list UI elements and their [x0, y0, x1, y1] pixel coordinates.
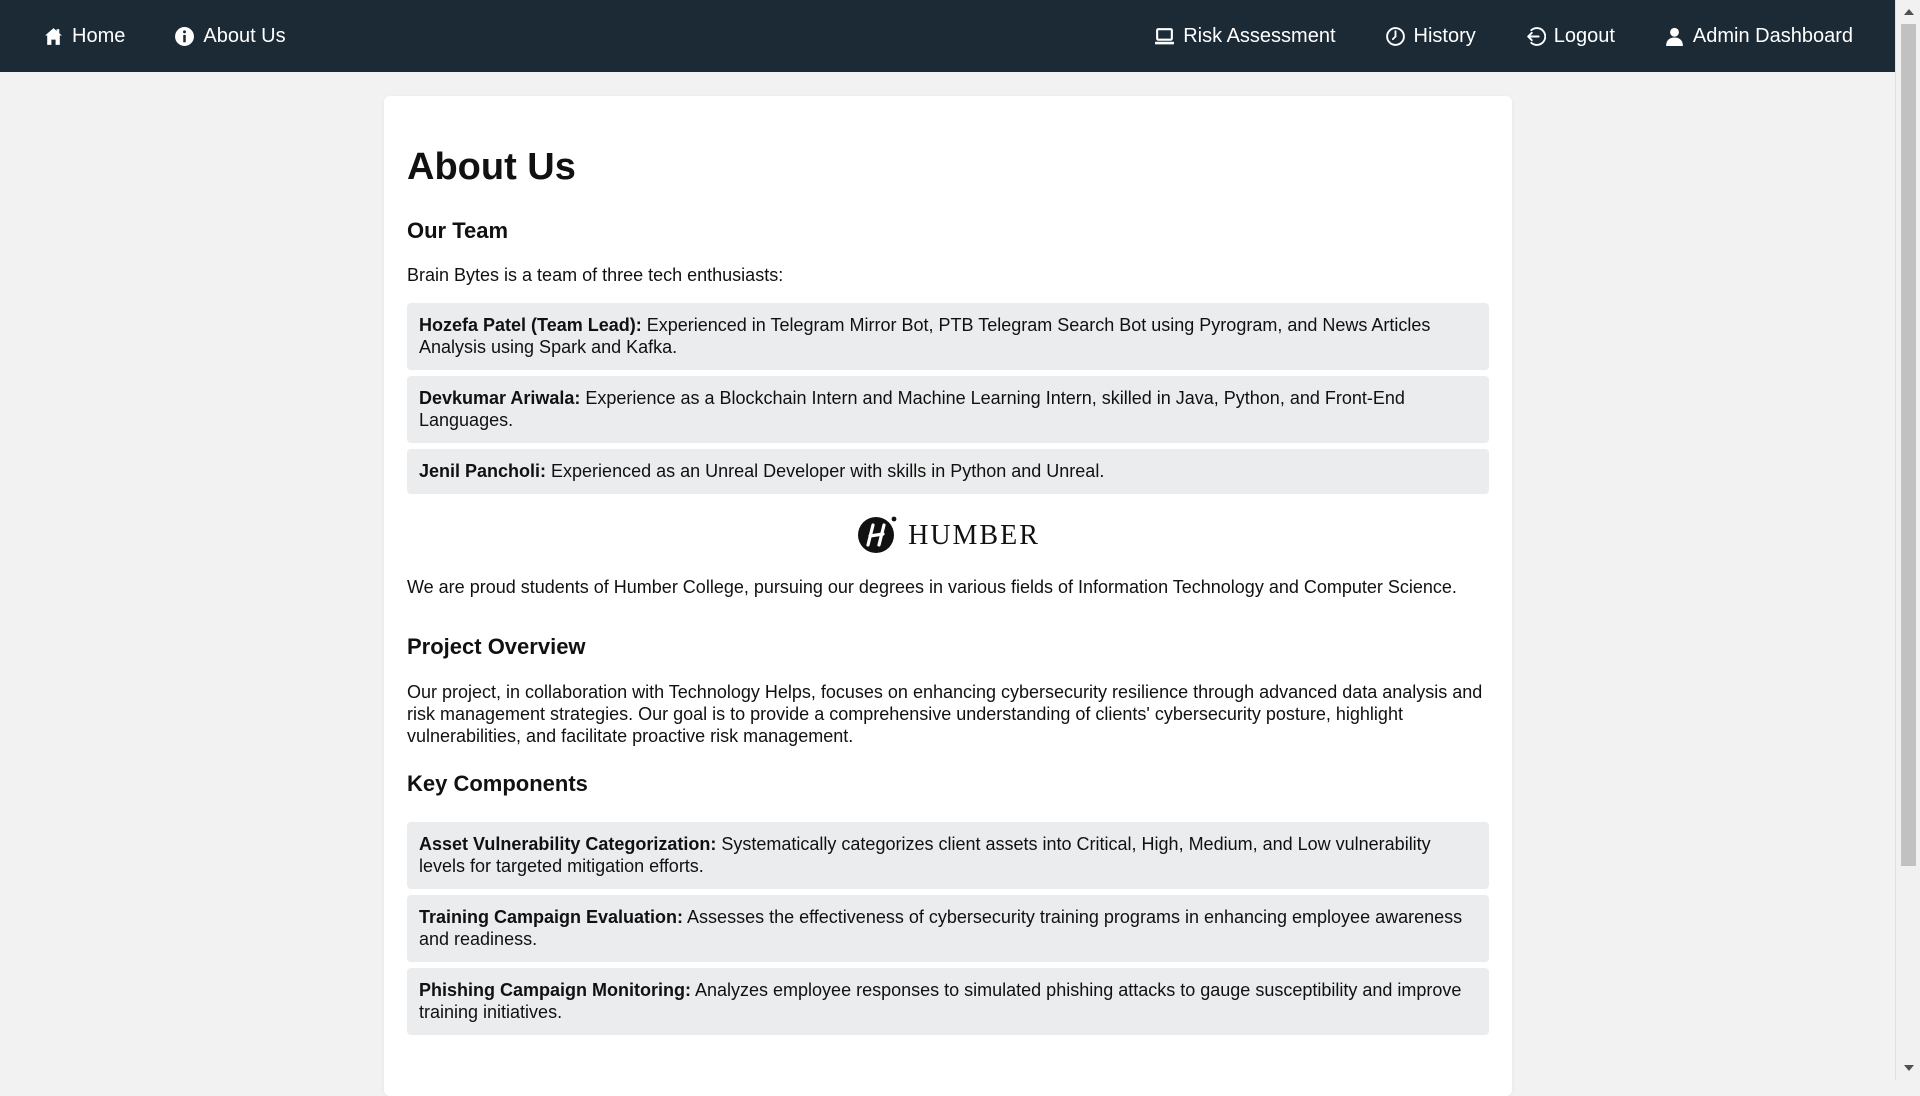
member-description: Experienced as an Unreal Developer with … — [546, 461, 1105, 482]
nav-about-label: About Us — [203, 24, 286, 47]
team-member-item: Hozefa Patel (Team Lead): Experienced in… — [407, 303, 1489, 371]
team-member-item: Jenil Pancholi: Experienced as an Unreal… — [407, 449, 1489, 495]
component-name: Asset Vulnerability Categorization: — [419, 833, 717, 854]
project-overview-heading: Project Overview — [407, 634, 586, 660]
nav-admin-dashboard-link[interactable]: Admin Dashboard — [1664, 25, 1853, 48]
nav-logout-link[interactable]: Logout — [1525, 25, 1615, 48]
humber-emblem-icon — [856, 513, 898, 560]
info-icon — [174, 26, 195, 47]
laptop-icon — [1154, 26, 1175, 47]
component-item: Asset Vulnerability Categorization: Syst… — [407, 821, 1489, 889]
member-name: Hozefa Patel (Team Lead): — [419, 315, 642, 336]
logout-icon — [1525, 26, 1546, 47]
nav-history-link[interactable]: History — [1385, 25, 1476, 48]
team-heading: Our Team — [407, 217, 509, 243]
top-navbar: Home About Us Risk Assessment History Lo… — [0, 0, 1895, 72]
vertical-scrollbar[interactable] — [1895, 0, 1920, 1080]
component-name: Phishing Campaign Monitoring: — [419, 979, 691, 1000]
humber-logo-text: HUMBER — [908, 520, 1040, 552]
project-overview-text: Our project, in collaboration with Techn… — [407, 682, 1483, 747]
nav-admin-label: Admin Dashboard — [1692, 24, 1853, 47]
nav-home-link[interactable]: Home — [43, 25, 125, 48]
member-name: Devkumar Ariwala: — [419, 388, 581, 409]
nav-left-group: Home About Us — [0, 0, 286, 72]
nav-risk-assessment-link[interactable]: Risk Assessment — [1154, 24, 1336, 48]
home-icon — [43, 26, 64, 47]
clock-icon — [1385, 26, 1406, 47]
humber-logo: HUMBER — [407, 514, 1489, 558]
user-icon — [1664, 26, 1685, 47]
key-components-list: Asset Vulnerability Categorization: Syst… — [407, 821, 1489, 1035]
nav-right-group: Risk Assessment History Logout Admin Das… — [1154, 0, 1895, 72]
humber-description: We are proud students of Humber College,… — [407, 577, 1457, 598]
component-name: Training Campaign Evaluation: — [419, 906, 684, 927]
scroll-up-arrow-icon[interactable] — [1896, 2, 1920, 22]
scroll-down-arrow-icon[interactable] — [1896, 1058, 1920, 1078]
nav-history-label: History — [1413, 24, 1476, 47]
team-member-item: Devkumar Ariwala: Experience as a Blockc… — [407, 376, 1489, 444]
page-title: About Us — [407, 146, 576, 188]
scrollbar-thumb[interactable] — [1901, 24, 1916, 866]
nav-about-link[interactable]: About Us — [174, 24, 286, 48]
nav-logout-label: Logout — [1553, 24, 1615, 47]
key-components-heading: Key Components — [407, 771, 588, 797]
nav-home-label: Home — [72, 24, 126, 47]
team-intro-text: Brain Bytes is a team of three tech enth… — [407, 265, 784, 286]
member-name: Jenil Pancholi: — [419, 461, 547, 482]
component-item: Phishing Campaign Monitoring: Analyzes e… — [407, 967, 1489, 1035]
team-member-list: Hozefa Patel (Team Lead): Experienced in… — [407, 303, 1489, 495]
nav-risk-label: Risk Assessment — [1183, 24, 1336, 47]
about-content-card: About Us Our Team Brain Bytes is a team … — [384, 96, 1512, 1096]
component-item: Training Campaign Evaluation: Assesses t… — [407, 894, 1489, 962]
